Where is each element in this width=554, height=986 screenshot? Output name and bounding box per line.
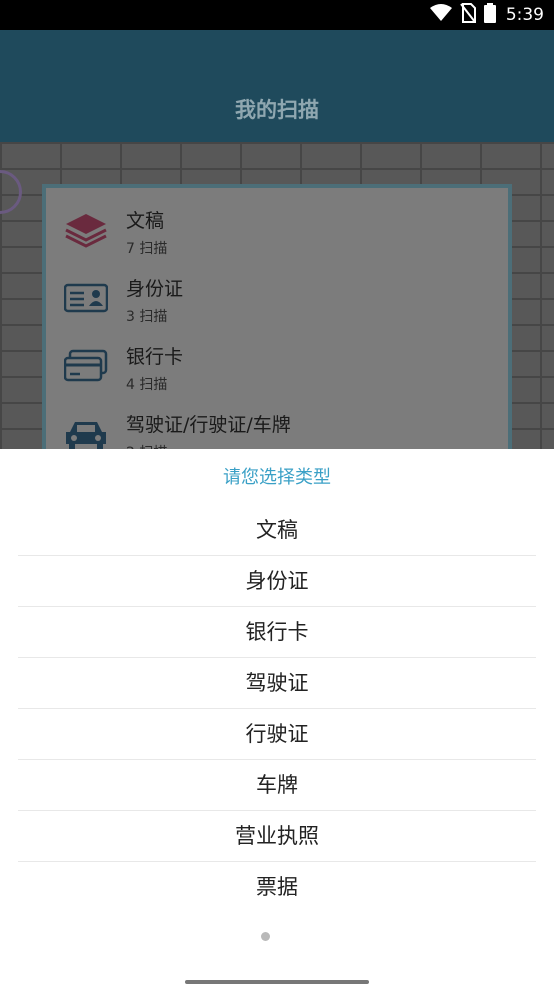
document-name: 身份证 bbox=[126, 278, 184, 300]
document-count: 3 扫描 bbox=[126, 309, 168, 325]
type-option-id-card[interactable]: 身份证 bbox=[18, 556, 536, 607]
sheet-title: 请您选择类型 bbox=[223, 467, 331, 488]
page-title: 我的扫描 bbox=[235, 98, 319, 122]
id-card-icon bbox=[63, 280, 109, 316]
type-option-bank-card[interactable]: 银行卡 bbox=[18, 607, 536, 658]
car-icon bbox=[64, 416, 108, 450]
status-icons: 5:39 bbox=[429, 0, 544, 30]
document-name: 驾驶证/行驶证/车牌 bbox=[126, 414, 291, 436]
type-option-list: 文稿 身份证 银行卡 驾驶证 行驶证 车牌 营业执照 票据 bbox=[18, 505, 536, 913]
document-count: 4 扫描 bbox=[126, 377, 168, 393]
page-indicator-dot bbox=[261, 932, 270, 941]
type-option-driver-license[interactable]: 驾驶证 bbox=[18, 658, 536, 709]
type-option-license-plate[interactable]: 车牌 bbox=[18, 760, 536, 811]
app-background: 我的扫描 文稿 7 扫描 身份证 3 扫描 银行卡 4 扫描 驾驶证/行驶证/车… bbox=[0, 30, 554, 450]
no-sim-icon bbox=[460, 3, 476, 27]
document-board: 文稿 7 扫描 身份证 3 扫描 银行卡 4 扫描 驾驶证/行驶证/车牌 bbox=[42, 184, 512, 450]
status-time: 5:39 bbox=[505, 5, 544, 25]
wifi-icon bbox=[429, 4, 452, 26]
home-indicator[interactable] bbox=[185, 980, 369, 984]
type-option-receipt[interactable]: 票据 bbox=[18, 862, 536, 913]
app-header: 我的扫描 bbox=[0, 30, 554, 142]
type-option-vehicle-license[interactable]: 行驶证 bbox=[18, 709, 536, 760]
document-item-bank-card[interactable]: 银行卡 4 扫描 bbox=[63, 334, 494, 400]
document-name: 文稿 bbox=[126, 210, 165, 232]
document-item-vehicle[interactable]: 驾驶证/行驶证/车牌 2 扫描 bbox=[64, 402, 494, 450]
document-item-manuscript[interactable]: 文稿 7 扫描 bbox=[64, 198, 494, 264]
type-option-manuscript[interactable]: 文稿 bbox=[18, 505, 536, 556]
battery-icon bbox=[483, 3, 496, 27]
bank-card-icon bbox=[63, 348, 108, 384]
type-picker-sheet: 请您选择类型 文稿 身份证 银行卡 驾驶证 行驶证 车牌 营业执照 票据 bbox=[0, 449, 554, 986]
document-item-id-card[interactable]: 身份证 3 扫描 bbox=[63, 266, 494, 332]
document-stack-icon bbox=[64, 212, 108, 248]
type-option-business-license[interactable]: 营业执照 bbox=[18, 811, 536, 862]
document-count: 7 扫描 bbox=[126, 241, 168, 257]
status-bar: 5:39 bbox=[0, 0, 554, 30]
document-name: 银行卡 bbox=[126, 346, 184, 368]
